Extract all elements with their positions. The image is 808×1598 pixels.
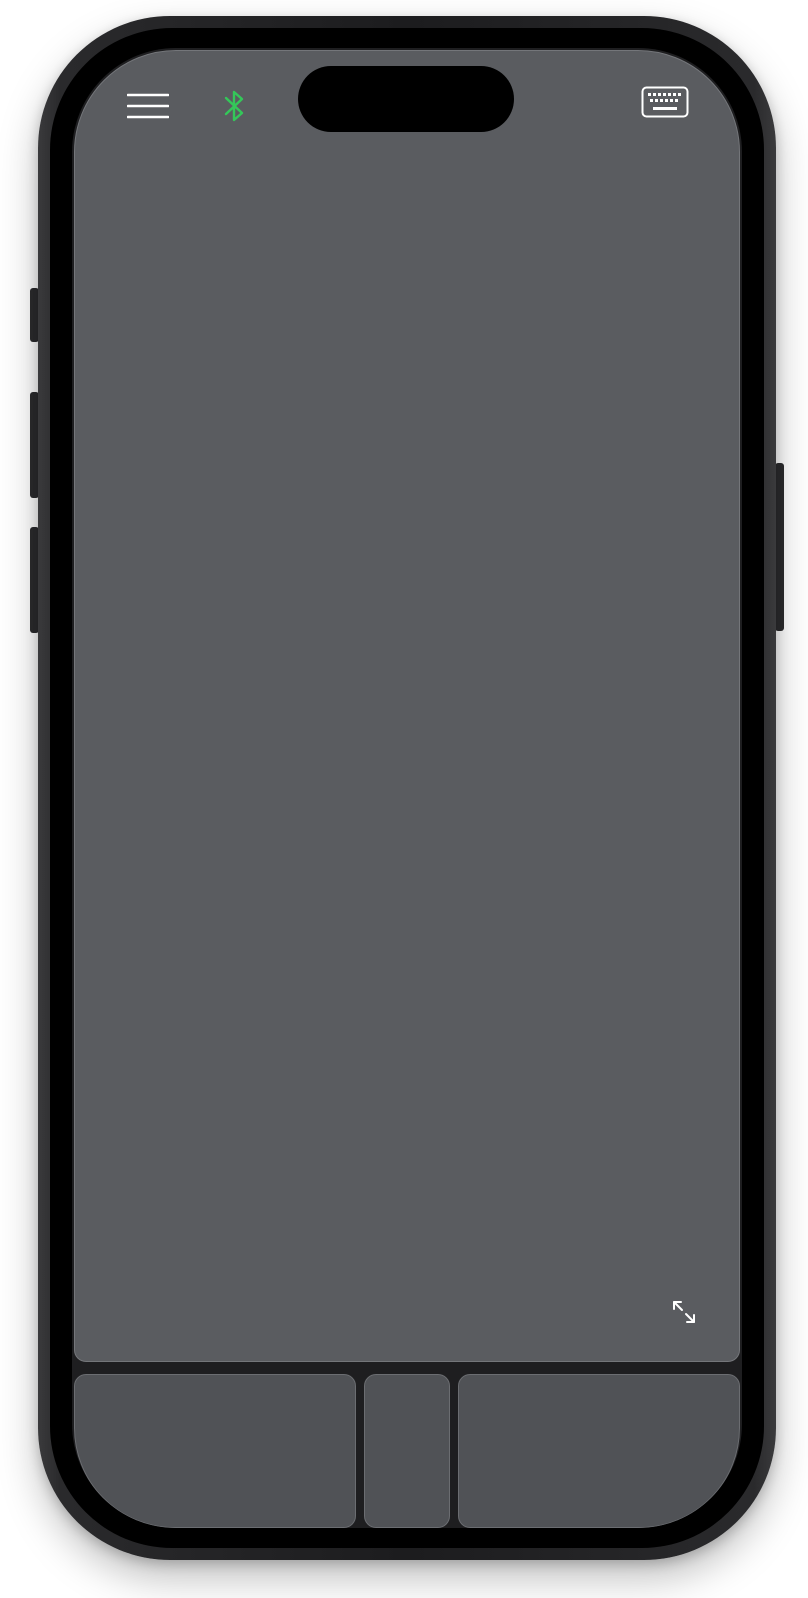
hamburger-menu-icon <box>127 93 169 119</box>
right-click-button[interactable] <box>458 1374 740 1528</box>
bluetooth-icon <box>224 90 244 122</box>
expand-button[interactable] <box>666 1294 702 1330</box>
keyboard-button[interactable] <box>636 82 694 122</box>
keyboard-icon <box>641 86 689 118</box>
middle-click-button[interactable] <box>364 1374 450 1528</box>
power-button <box>775 463 784 631</box>
phone-screen <box>72 48 742 1528</box>
dynamic-island <box>298 66 514 132</box>
menu-button[interactable] <box>120 84 176 128</box>
stage <box>0 0 808 1598</box>
left-click-button[interactable] <box>74 1374 356 1528</box>
bluetooth-button[interactable] <box>218 82 252 130</box>
trackpad-surface[interactable] <box>74 50 740 1362</box>
expand-arrows-icon <box>673 1301 695 1323</box>
